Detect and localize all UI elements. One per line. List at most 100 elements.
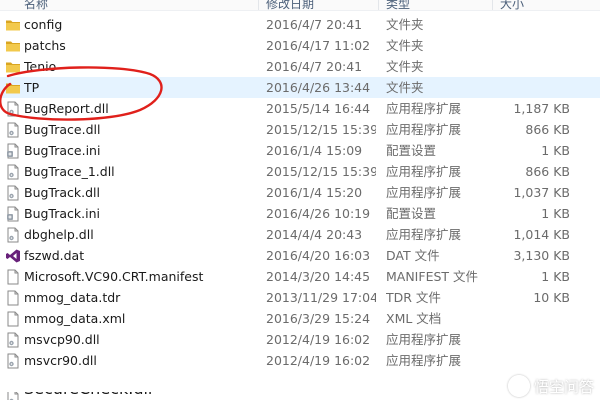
list-item[interactable]: SecureCheck.dll bbox=[0, 392, 600, 400]
file-size bbox=[500, 308, 570, 329]
list-item[interactable]: BugTrace_1.dll 2015/12/15 15:39 应用程序扩展 866 … bbox=[0, 161, 600, 182]
list-item[interactable]: dbghelp.dll 2014/4/4 20:43 应用程序扩展 1,014 KB bbox=[0, 224, 600, 245]
file-modified-date: 2016/4/20 16:03 bbox=[266, 248, 371, 263]
list-item[interactable]: fszwd.dat 2016/4/20 16:03 DAT 文件 3,130 KB bbox=[0, 245, 600, 266]
file-name: mmog_data.xml bbox=[24, 311, 126, 326]
file-type: XML 文档 bbox=[386, 311, 442, 326]
file-size bbox=[500, 14, 570, 35]
file-modified-date: 2014/4/4 20:43 bbox=[266, 227, 363, 242]
list-item[interactable]: msvcr90.dll 2012/4/19 16:02 应用程序扩展 bbox=[0, 350, 600, 371]
file-modified-date: 2016/4/26 10:19 bbox=[266, 206, 371, 221]
list-item[interactable]: BugTrace.ini 2016/1/4 15:09 配置设置 1 KB bbox=[0, 140, 600, 161]
file-size: 1 KB bbox=[541, 143, 570, 158]
file-name: Microsoft.VC90.CRT.manifest bbox=[24, 269, 204, 284]
list-item[interactable]: BugReport.dll 2015/5/14 16:44 应用程序扩展 1,187 … bbox=[0, 98, 600, 119]
column-header-name[interactable]: 名称 bbox=[24, 0, 48, 10]
file-name: Tenio bbox=[24, 59, 57, 74]
file-modified-date: 2016/3/29 15:24 bbox=[266, 311, 371, 326]
dll-file-icon bbox=[5, 227, 21, 243]
file-name: patchs bbox=[24, 38, 66, 53]
file-size: 866 KB bbox=[525, 164, 570, 179]
file-modified-date: 2016/4/17 11:02 bbox=[266, 38, 371, 53]
generic-file-icon bbox=[5, 269, 21, 285]
file-type: 配置设置 bbox=[386, 206, 437, 221]
file-size bbox=[500, 350, 570, 371]
file-size: 10 KB bbox=[533, 290, 570, 305]
list-item[interactable]: Microsoft.VC90.CRT.manifest 2014/3/20 14:… bbox=[0, 266, 600, 287]
file-type: 应用程序扩展 bbox=[386, 164, 462, 179]
file-name: config bbox=[24, 17, 63, 32]
file-modified-date: 2015/12/15 15:39 bbox=[266, 164, 376, 179]
list-item[interactable]: BugTrace.dll 2015/12/15 15:39 应用程序扩展 866 KB bbox=[0, 119, 600, 140]
file-modified-date: 2012/4/19 16:02 bbox=[266, 353, 371, 368]
file-name: dbghelp.dll bbox=[24, 227, 94, 242]
file-size: 1 KB bbox=[541, 206, 570, 221]
column-divider[interactable] bbox=[258, 0, 259, 10]
file-size: 1,037 KB bbox=[513, 185, 570, 200]
dll-file-icon bbox=[5, 392, 21, 400]
file-type: 文件夹 bbox=[386, 17, 424, 32]
ini-file-icon bbox=[5, 206, 21, 222]
list-item[interactable]: BugTrack.ini 2016/4/26 10:19 配置设置 1 KB bbox=[0, 203, 600, 224]
list-item[interactable]: TP 2016/4/26 13:44 文件夹 bbox=[0, 77, 600, 98]
file-type: 应用程序扩展 bbox=[386, 353, 462, 368]
file-name: SecureCheck.dll bbox=[24, 392, 256, 400]
column-header-size[interactable]: 大小 bbox=[500, 0, 524, 10]
dll-file-icon bbox=[5, 164, 21, 180]
list-item[interactable]: patchs 2016/4/17 11:02 文件夹 bbox=[0, 35, 600, 56]
file-name: msvcp90.dll bbox=[24, 332, 100, 347]
list-item[interactable]: mmog_data.xml 2016/3/29 15:24 XML 文档 bbox=[0, 308, 600, 329]
file-name: BugReport.dll bbox=[24, 101, 109, 116]
file-modified-date: 2016/1/4 15:20 bbox=[266, 185, 363, 200]
file-modified-date: 2013/11/29 17:04 bbox=[266, 290, 376, 305]
folder-icon bbox=[5, 80, 21, 96]
file-type: 应用程序扩展 bbox=[386, 101, 462, 116]
dll-file-icon bbox=[5, 122, 21, 138]
file-size: 3,130 KB bbox=[513, 248, 570, 263]
file-type: MANIFEST 文件 bbox=[386, 269, 479, 284]
file-type: TDR 文件 bbox=[386, 290, 441, 305]
file-name: BugTrace.dll bbox=[24, 122, 101, 137]
file-size bbox=[500, 56, 570, 77]
file-type: 应用程序扩展 bbox=[386, 185, 462, 200]
file-name: BugTrace_1.dll bbox=[24, 164, 115, 179]
file-size: 1,014 KB bbox=[513, 227, 570, 242]
list-item[interactable]: mmog_data.tdr 2013/11/29 17:04 TDR 文件 10 KB bbox=[0, 287, 600, 308]
list-item[interactable]: config 2016/4/7 20:41 文件夹 bbox=[0, 14, 600, 35]
list-item[interactable]: Tenio 2016/4/7 20:41 文件夹 bbox=[0, 56, 600, 77]
dll-file-icon bbox=[5, 101, 21, 117]
list-item[interactable]: BugTrack.dll 2016/1/4 15:20 应用程序扩展 1,037 KB bbox=[0, 182, 600, 203]
file-size: 1,187 KB bbox=[513, 101, 570, 116]
folder-icon bbox=[5, 17, 21, 33]
file-modified-date: 2016/4/7 20:41 bbox=[266, 17, 363, 32]
file-modified-date: 2015/12/15 15:39 bbox=[266, 122, 376, 137]
column-header-type[interactable]: 类型 bbox=[386, 0, 410, 10]
file-name: BugTrack.dll bbox=[24, 185, 100, 200]
dll-file-icon bbox=[5, 353, 21, 369]
generic-file-icon bbox=[5, 290, 21, 306]
file-type: 文件夹 bbox=[386, 80, 424, 95]
dll-file-icon bbox=[5, 185, 21, 201]
file-size bbox=[500, 329, 570, 350]
file-type: 文件夹 bbox=[386, 38, 424, 53]
dll-file-icon bbox=[5, 332, 21, 348]
file-modified-date: 2014/3/20 14:45 bbox=[266, 269, 371, 284]
visual-studio-icon bbox=[5, 248, 21, 264]
folder-icon bbox=[5, 59, 21, 75]
file-modified-date: 2016/4/26 13:44 bbox=[266, 80, 371, 95]
file-name: BugTrace.ini bbox=[24, 143, 101, 158]
column-divider[interactable] bbox=[492, 0, 493, 10]
ini-file-icon bbox=[5, 143, 21, 159]
file-modified-date: 2015/5/14 16:44 bbox=[266, 101, 371, 116]
file-size bbox=[500, 35, 570, 56]
list-item[interactable]: msvcp90.dll 2012/4/19 16:02 应用程序扩展 bbox=[0, 329, 600, 350]
file-type: 应用程序扩展 bbox=[386, 122, 462, 137]
file-size bbox=[500, 77, 570, 98]
file-modified-date: 2016/1/4 15:09 bbox=[266, 143, 363, 158]
file-name: TP bbox=[24, 80, 40, 95]
file-name: msvcr90.dll bbox=[24, 353, 97, 368]
column-header-date[interactable]: 修改日期 bbox=[266, 0, 314, 10]
file-type: DAT 文件 bbox=[386, 248, 440, 263]
file-list: config 2016/4/7 20:41 文件夹 patchs 2016/4/17 1… bbox=[0, 14, 600, 371]
column-divider[interactable] bbox=[378, 0, 379, 10]
